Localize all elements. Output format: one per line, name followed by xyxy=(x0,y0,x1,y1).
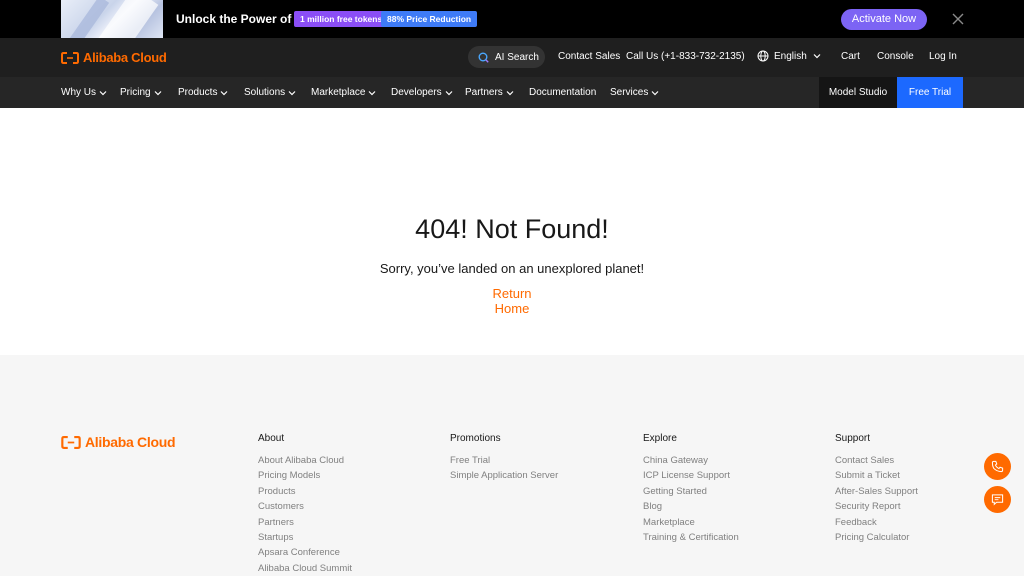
ai-search-label: AI Search xyxy=(495,51,539,63)
activate-now-button[interactable]: Activate Now xyxy=(841,9,927,30)
footer-logo[interactable]: Alibaba Cloud xyxy=(61,434,176,450)
footer: Alibaba Cloud About About Alibaba Cloud … xyxy=(0,355,1024,576)
footer-link[interactable]: Partners xyxy=(258,515,352,530)
footer-link[interactable]: Apsara Conference xyxy=(258,545,352,560)
footer-link[interactable]: About Alibaba Cloud xyxy=(258,453,352,468)
promo-image xyxy=(61,0,163,38)
login-link[interactable]: Log In xyxy=(929,51,957,62)
nav-item-developers[interactable]: Developers xyxy=(391,87,453,98)
footer-heading: About xyxy=(258,433,285,444)
footer-link[interactable]: Pricing Calculator xyxy=(835,530,918,545)
nav-item-marketplace[interactable]: Marketplace xyxy=(311,87,376,98)
nav-label: Developers xyxy=(391,87,442,98)
footer-column-about: About About Alibaba Cloud Pricing Models… xyxy=(258,433,352,576)
footer-link[interactable]: Simple Application Server xyxy=(450,468,558,483)
footer-link[interactable]: Pricing Models xyxy=(258,468,352,483)
main-nav: Why Us Pricing Products Solutions Market… xyxy=(0,77,1024,108)
nav-item-why-us[interactable]: Why Us xyxy=(61,87,107,98)
alibaba-logo-icon xyxy=(61,435,81,449)
cart-link[interactable]: Cart xyxy=(841,51,860,62)
error-subtitle: Sorry, you’ve landed on an unexplored pl… xyxy=(379,261,645,276)
footer-link[interactable]: Submit a Ticket xyxy=(835,468,918,483)
chevron-down-icon xyxy=(813,54,821,59)
chevron-down-icon xyxy=(651,90,659,95)
error-content: 404! Not Found! Sorry, you’ve landed on … xyxy=(0,108,1024,355)
chevron-down-icon xyxy=(506,90,514,95)
nav-item-pricing[interactable]: Pricing xyxy=(120,87,162,98)
chevron-down-icon xyxy=(288,90,296,95)
phone-icon xyxy=(991,460,1004,473)
nav-label: Marketplace xyxy=(311,87,366,98)
floating-phone-button[interactable] xyxy=(984,453,1011,480)
footer-link[interactable]: Products xyxy=(258,484,352,499)
nav-label: Pricing xyxy=(120,87,151,98)
language-selector[interactable]: English xyxy=(757,50,821,62)
promo-banner: Unlock the Power of AI 1 million free to… xyxy=(0,0,1024,38)
error-title: 404! Not Found! xyxy=(415,214,609,244)
footer-link[interactable]: Alibaba Cloud Summit xyxy=(258,561,352,576)
footer-link[interactable]: Training & Certification xyxy=(643,530,739,545)
footer-heading: Promotions xyxy=(450,433,501,444)
footer-link[interactable]: Customers xyxy=(258,499,352,514)
footer-link[interactable]: Marketplace xyxy=(643,515,739,530)
footer-link[interactable]: China Gateway xyxy=(643,453,739,468)
footer-column-support: Support Contact Sales Submit a Ticket Af… xyxy=(835,433,918,545)
close-icon[interactable] xyxy=(950,11,966,27)
nav-item-documentation[interactable]: Documentation xyxy=(529,87,596,98)
promo-title: Unlock the Power of AI xyxy=(176,12,307,26)
badge-free-tokens: 1 million free tokens xyxy=(294,11,389,27)
free-trial-button[interactable]: Free Trial xyxy=(897,77,963,108)
footer-heading: Explore xyxy=(643,433,677,444)
footer-link[interactable]: Contact Sales xyxy=(835,453,918,468)
nav-item-partners[interactable]: Partners xyxy=(465,87,514,98)
call-us-link[interactable]: Call Us (+1-833-732-2135) xyxy=(626,51,745,62)
footer-link[interactable]: Getting Started xyxy=(643,484,739,499)
nav-label: Products xyxy=(178,87,218,98)
chevron-down-icon xyxy=(445,90,453,95)
nav-label: Documentation xyxy=(529,87,597,98)
chat-icon xyxy=(991,494,1004,506)
nav-item-services[interactable]: Services xyxy=(610,87,659,98)
alibaba-logo-icon xyxy=(61,51,79,64)
badge-price-reduction: 88% Price Reduction xyxy=(381,11,478,27)
nav-label: Why Us xyxy=(61,87,96,98)
footer-link[interactable]: Blog xyxy=(643,499,739,514)
language-label: English xyxy=(774,50,807,62)
console-link[interactable]: Console xyxy=(877,51,914,62)
footer-link[interactable]: Security Report xyxy=(835,499,918,514)
nav-label: Services xyxy=(610,87,649,98)
nav-label: Solutions xyxy=(244,87,286,98)
contact-sales-link[interactable]: Contact Sales xyxy=(558,51,620,62)
globe-icon xyxy=(757,50,769,62)
footer-column-promotions: Promotions Free Trial Simple Application… xyxy=(450,433,558,484)
floating-chat-button[interactable] xyxy=(984,486,1011,513)
ai-search-icon xyxy=(478,52,489,63)
chevron-down-icon xyxy=(99,90,107,95)
chevron-down-icon xyxy=(369,90,376,95)
footer-column-explore: Explore China Gateway ICP License Suppor… xyxy=(643,433,739,545)
nav-item-solutions[interactable]: Solutions xyxy=(244,87,296,98)
logo-text: Alibaba Cloud xyxy=(83,50,167,65)
nav-item-products[interactable]: Products xyxy=(178,87,228,98)
footer-link[interactable]: ICP License Support xyxy=(643,468,739,483)
model-studio-button[interactable]: Model Studio xyxy=(819,77,897,108)
footer-link[interactable]: Startups xyxy=(258,530,352,545)
footer-link[interactable]: After-Sales Support xyxy=(835,484,918,499)
nav-label: Partners xyxy=(465,87,503,98)
top-header: Alibaba Cloud AI Search Contact Sales Ca… xyxy=(0,38,1024,77)
footer-link[interactable]: Free Trial xyxy=(450,453,558,468)
alibaba-cloud-logo[interactable]: Alibaba Cloud xyxy=(61,50,167,65)
footer-link[interactable]: Feedback xyxy=(835,515,918,530)
chevron-down-icon xyxy=(154,90,162,95)
chevron-down-icon xyxy=(221,90,228,95)
ai-search-button[interactable]: AI Search xyxy=(468,46,545,68)
footer-heading: Support xyxy=(835,433,871,444)
return-home-link[interactable]: Return Home xyxy=(474,286,550,316)
footer-logo-text: Alibaba Cloud xyxy=(85,434,176,450)
